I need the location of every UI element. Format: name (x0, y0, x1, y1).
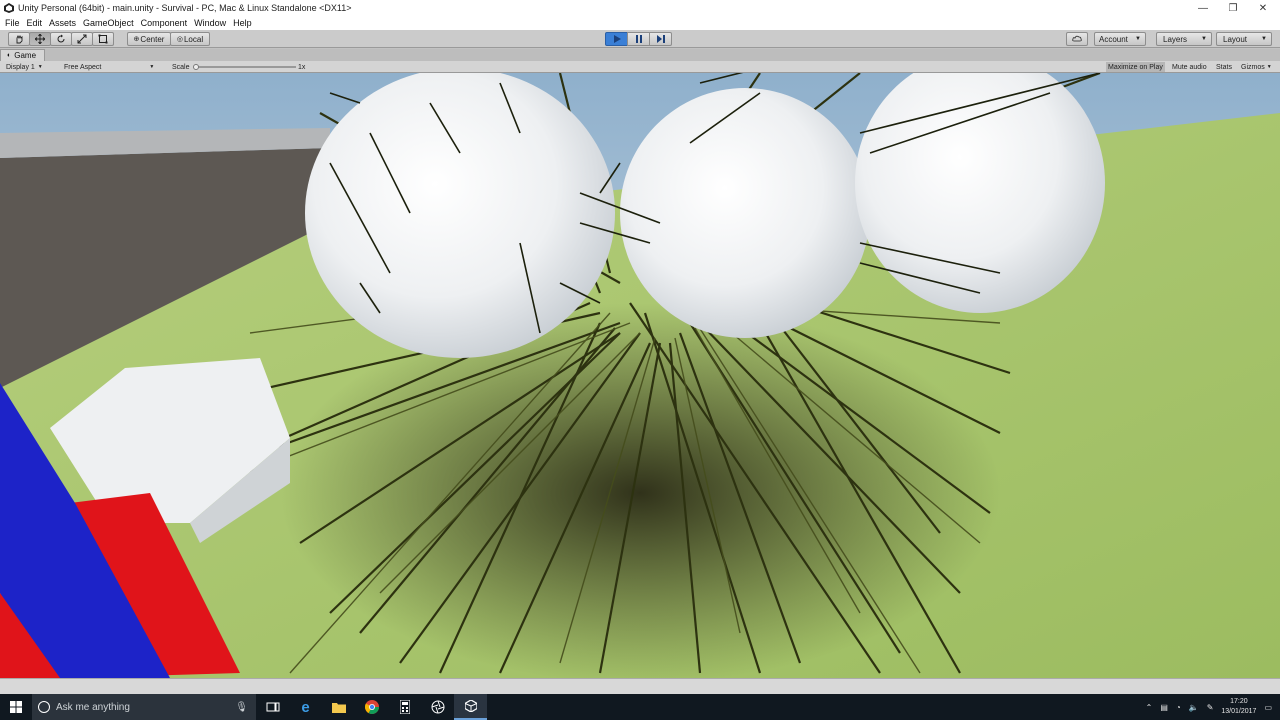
chevron-down-icon: ▼ (149, 64, 155, 70)
microphone-icon[interactable]: 🎙 (235, 702, 248, 713)
rotate-tool-button[interactable] (50, 32, 72, 46)
menu-bar: File Edit Assets GameObject Component Wi… (0, 16, 1280, 30)
gizmos-dropdown[interactable]: Gizmos ▼ (1241, 62, 1272, 72)
menu-assets[interactable]: Assets (48, 18, 82, 28)
hand-icon (16, 34, 23, 44)
cortana-circle-icon (38, 701, 50, 713)
network-icon[interactable]: ▤ (1160, 703, 1168, 712)
taskbar-app[interactable] (421, 694, 454, 720)
chevron-down-icon: ▼ (1135, 36, 1141, 42)
volume-icon[interactable]: 🔈 (1189, 703, 1199, 712)
mute-audio-toggle[interactable]: Mute audio (1172, 62, 1207, 72)
editor-status-strip (0, 678, 1280, 694)
chevron-down-icon: ▼ (1266, 64, 1272, 70)
sphere-center (620, 88, 870, 338)
step-icon (656, 35, 665, 43)
hand-tool-button[interactable] (8, 32, 30, 46)
chevron-up-icon[interactable]: ⌃ (1146, 703, 1153, 712)
scale-icon (77, 34, 87, 44)
game-view-toolbar: Display 1 ▼ Free Aspect ▼ Scale 1x Maxim… (0, 61, 1280, 73)
menu-edit[interactable]: Edit (26, 18, 49, 28)
scale-value: 1x (298, 63, 306, 71)
scale-label: Scale (172, 63, 190, 71)
chevron-down-icon: ▼ (1201, 36, 1207, 42)
move-icon (35, 34, 45, 44)
maximize-on-play-toggle[interactable]: Maximize on Play (1106, 62, 1165, 72)
taskbar-calculator[interactable] (388, 694, 421, 720)
pivot-icon: ⊕ (133, 36, 140, 43)
menu-component[interactable]: Component (140, 18, 194, 28)
restore-button[interactable]: ❐ (1218, 0, 1248, 16)
minimize-button[interactable]: — (1188, 0, 1218, 16)
pen-icon[interactable]: ✎ (1207, 703, 1214, 712)
sphere-left (305, 73, 615, 358)
layout-dropdown[interactable]: Layout ▼ (1216, 32, 1272, 46)
taskbar-chrome[interactable] (355, 694, 388, 720)
pivot-local-button[interactable]: ◎ Local (170, 32, 210, 46)
layers-dropdown[interactable]: Layers ▼ (1156, 32, 1212, 46)
clock[interactable]: 17:20 13/01/2017 (1221, 697, 1256, 717)
minimize-icon: — (1198, 2, 1208, 14)
account-dropdown[interactable]: Account ▼ (1094, 32, 1146, 46)
taskbar-file-explorer[interactable] (322, 694, 355, 720)
task-view-icon (266, 702, 279, 712)
game-viewport[interactable] (0, 73, 1280, 678)
tab-game[interactable]: ◐ Game (0, 49, 46, 61)
window-title: Unity Personal (64bit) - main.unity - Su… (18, 3, 352, 13)
rotate-icon (57, 34, 65, 43)
notification-icon[interactable]: ▭ (1264, 703, 1272, 712)
rect-icon (98, 34, 108, 44)
menu-file[interactable]: File (4, 18, 26, 28)
close-button[interactable]: ✕ (1248, 0, 1278, 16)
play-button[interactable] (605, 32, 628, 46)
foliage-shadow (280, 303, 1000, 678)
rect-tool-button[interactable] (92, 32, 114, 46)
cloud-icon (1072, 35, 1082, 42)
close-icon: ✕ (1258, 2, 1268, 14)
cortana-search-box[interactable]: Ask me anything 🎙 (32, 694, 256, 720)
pivot-center-button[interactable]: ⊕ Center (127, 32, 171, 46)
cloud-button[interactable] (1066, 32, 1088, 46)
unity-logo-icon (4, 3, 14, 13)
pause-icon (635, 35, 642, 43)
menu-help[interactable]: Help (232, 18, 258, 28)
game-render (0, 73, 1280, 678)
main-toolbar: ⊕ Center ◎ Local Account ▼ Layers ▼ Layo… (0, 30, 1280, 48)
aspect-dropdown[interactable]: Free Aspect ▼ (64, 62, 154, 72)
scale-slider-track[interactable] (196, 66, 296, 68)
system-tray: ⌃ ▤ ◔ 🔈 ✎ 17:20 13/01/2017 ▭ (1146, 694, 1280, 720)
step-button[interactable] (649, 32, 672, 46)
game-tab-icon: ◐ (7, 52, 12, 59)
display-dropdown[interactable]: Display 1 ▼ (6, 62, 43, 72)
folder-icon (331, 703, 346, 713)
windows-logo-icon (10, 701, 22, 713)
scale-tool-button[interactable] (71, 32, 93, 46)
play-icon (613, 35, 621, 43)
unity-icon (464, 700, 477, 712)
taskbar-edge[interactable]: e (289, 694, 322, 720)
title-bar: Unity Personal (64bit) - main.unity - Su… (0, 0, 1280, 16)
scale-slider-thumb[interactable] (193, 64, 199, 70)
chevron-down-icon: ▼ (37, 64, 43, 70)
move-tool-button[interactable] (29, 32, 51, 46)
local-icon: ◎ (176, 36, 183, 43)
task-view-button[interactable] (256, 694, 289, 720)
taskbar-unity[interactable] (454, 694, 487, 720)
taskbar: Ask me anything 🎙 e ⌃ ▤ ◔ 🔈 ✎ 17:20 13/0… (0, 694, 1280, 720)
menu-window[interactable]: Window (193, 18, 232, 28)
start-button[interactable] (0, 694, 32, 720)
chrome-icon (364, 700, 379, 714)
pause-button[interactable] (627, 32, 650, 46)
aperture-icon (431, 700, 444, 714)
menu-gameobject[interactable]: GameObject (82, 18, 140, 28)
stats-toggle[interactable]: Stats (1216, 62, 1232, 72)
restore-icon: ❐ (1228, 2, 1238, 14)
edge-icon: e (301, 698, 310, 716)
wifi-icon[interactable]: ◔ (1176, 703, 1181, 712)
calculator-icon (399, 700, 410, 714)
game-tab-row: ◐ Game (0, 49, 1280, 61)
chevron-down-icon: ▼ (1261, 36, 1267, 42)
